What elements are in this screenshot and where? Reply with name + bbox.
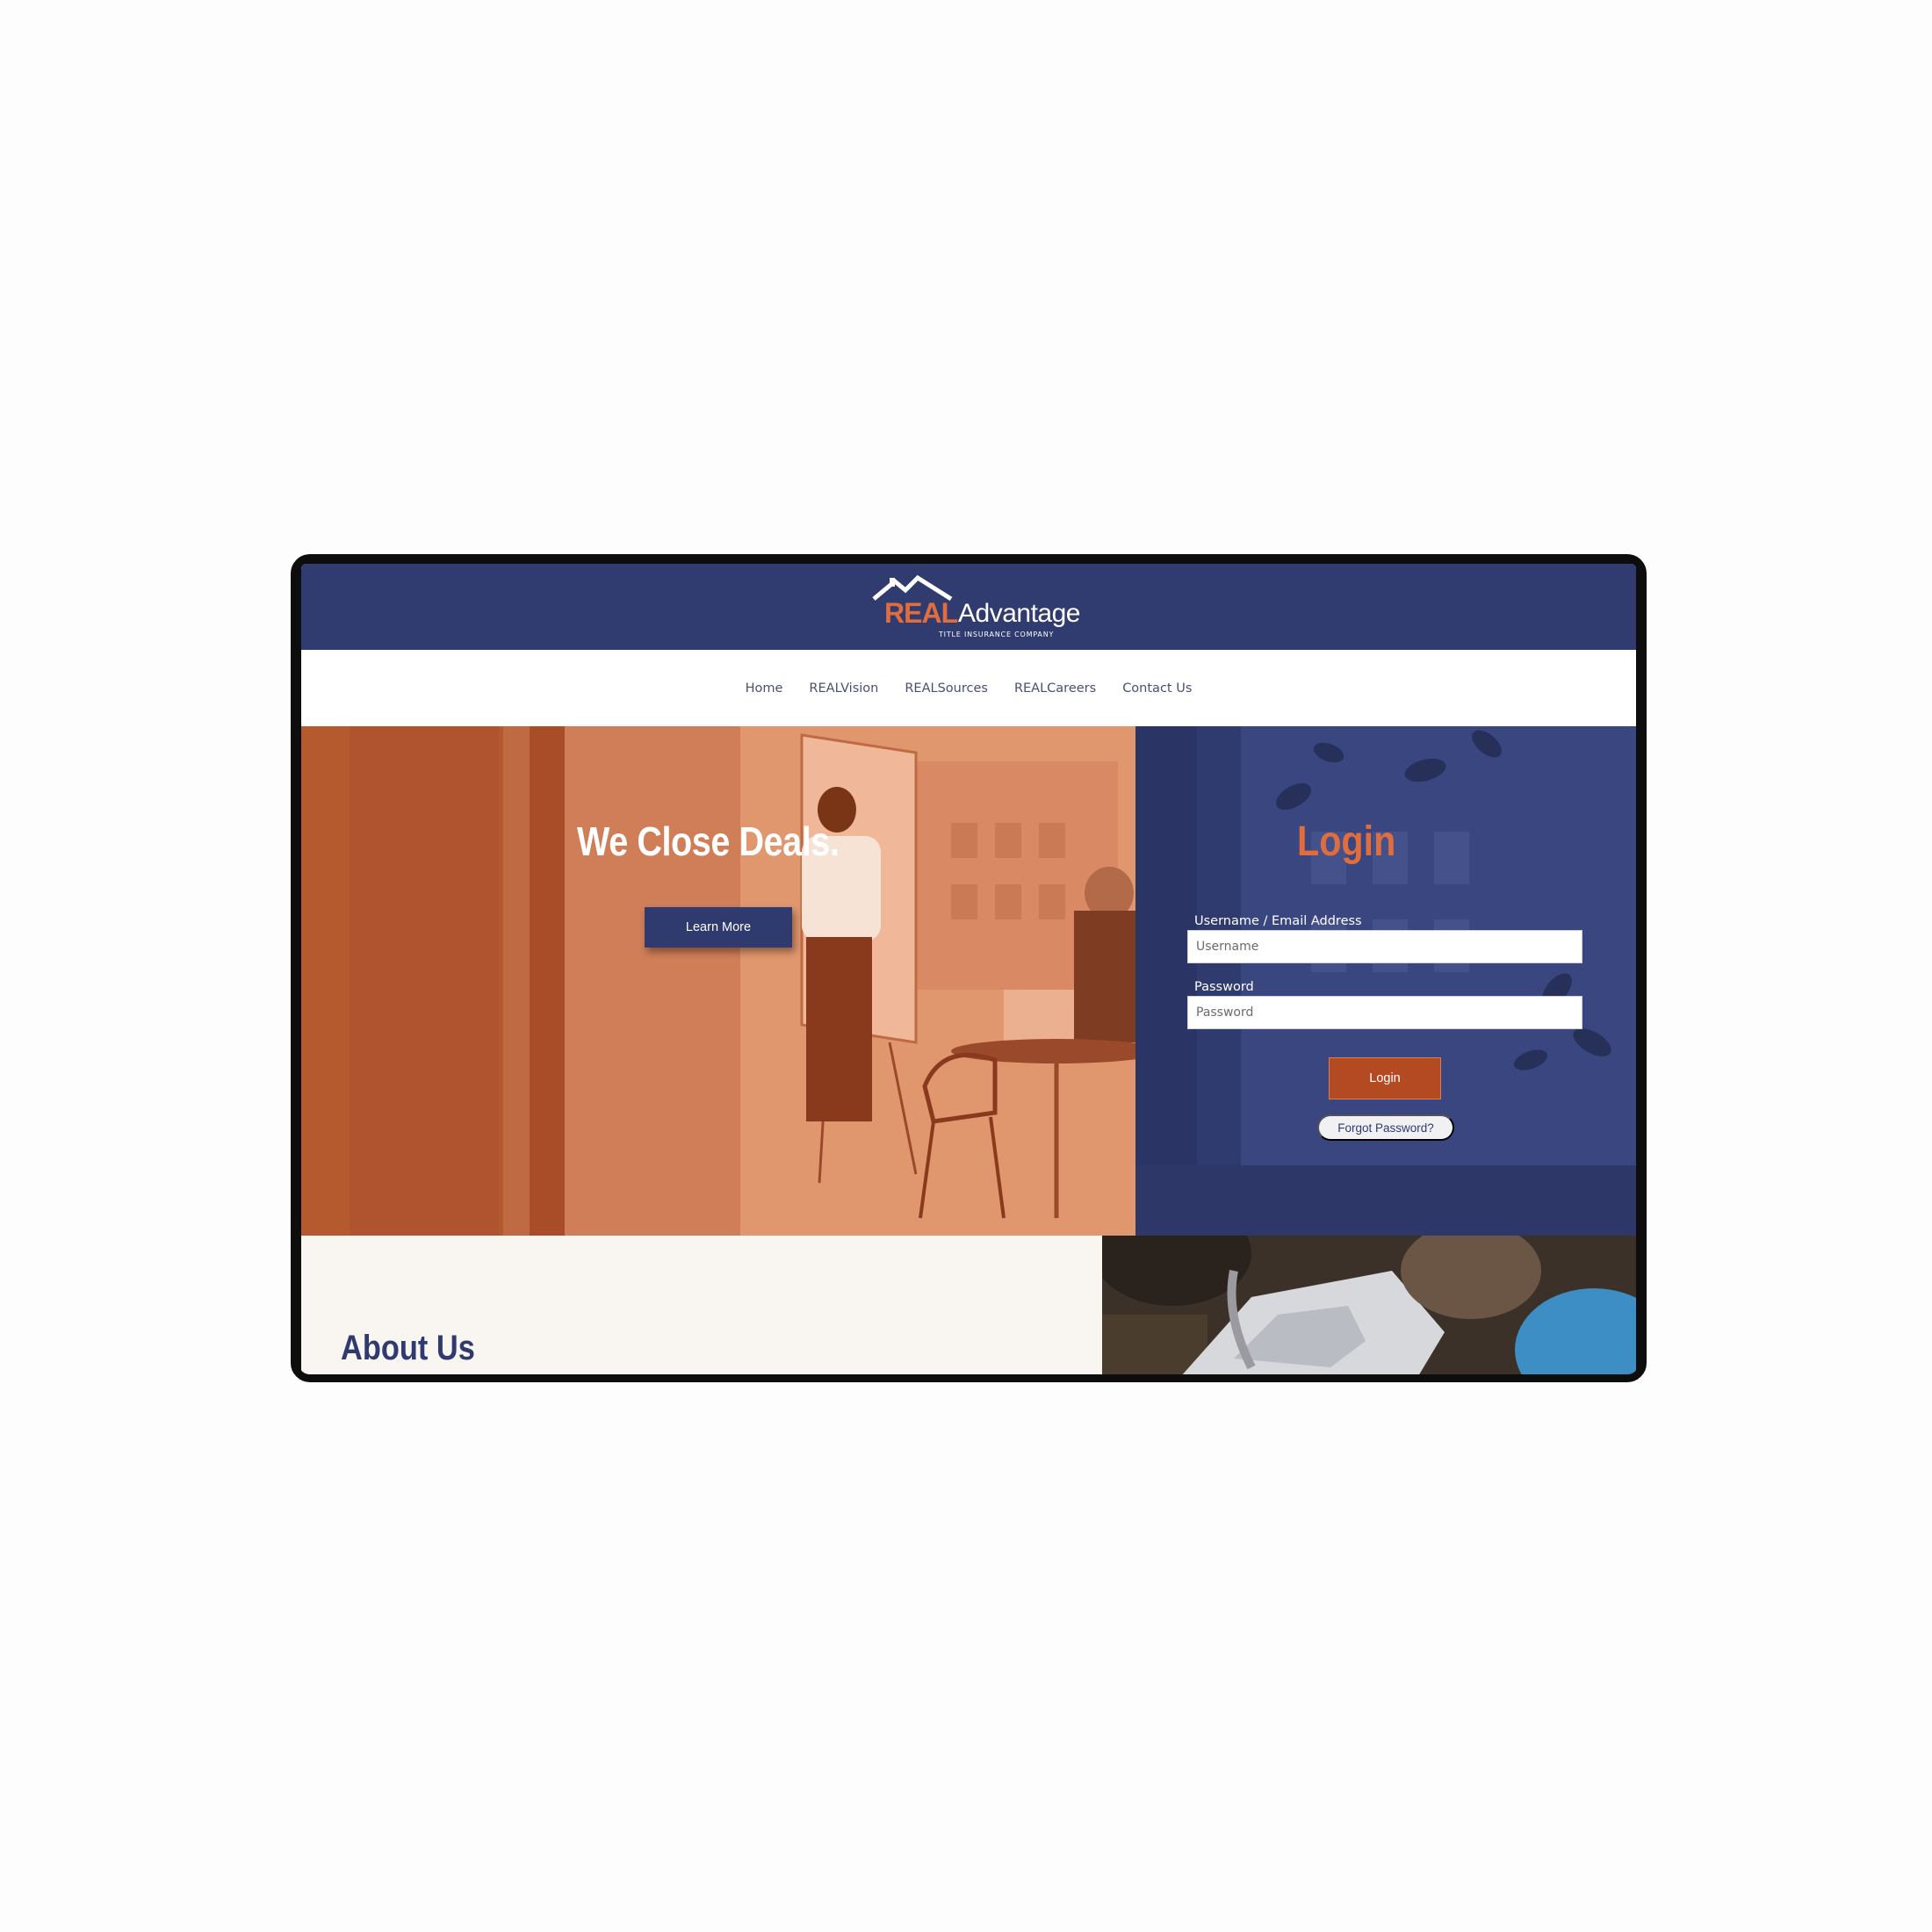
hero-office-photo-panel: We Close Deals. Learn More <box>301 726 1135 1236</box>
password-label: Password <box>1194 980 1254 994</box>
nav-item-realsources[interactable]: REALSources <box>905 681 988 696</box>
learn-more-button[interactable]: Learn More <box>645 907 792 948</box>
about-heading: About Us <box>341 1329 475 1367</box>
hero-heading: We Close Deals. <box>577 818 840 864</box>
nav-item-home[interactable]: Home <box>746 681 783 696</box>
password-input[interactable] <box>1187 996 1582 1029</box>
device-frame: REAL Advantage TITLE INSURANCE COMPANY H… <box>291 554 1647 1382</box>
logo-wordmark-advantage: Advantage <box>958 599 1080 628</box>
forgot-password-button[interactable]: Forgot Password? <box>1317 1114 1454 1141</box>
brand-logo[interactable]: REAL Advantage TITLE INSURANCE COMPANY <box>872 573 1083 643</box>
office-scene-illustration <box>301 726 1135 1236</box>
username-label: Username / Email Address <box>1194 914 1362 928</box>
about-section: About Us <box>301 1236 1102 1374</box>
login-panel: Login Username / Email Address Password … <box>1135 726 1636 1236</box>
nav-item-realcareers[interactable]: REALCareers <box>1014 681 1096 696</box>
logo-wordmark-real: REAL <box>884 597 958 629</box>
about-map-photo <box>1102 1236 1636 1374</box>
site-header: REAL Advantage TITLE INSURANCE COMPANY <box>301 564 1636 650</box>
map-reading-illustration <box>1102 1236 1636 1374</box>
login-submit-button[interactable]: Login <box>1329 1057 1441 1099</box>
nav-item-realvision[interactable]: REALVision <box>809 681 878 696</box>
login-heading: Login <box>1297 818 1396 865</box>
main-nav: Home REALVision REALSources REALCareers … <box>301 650 1636 726</box>
browser-viewport: REAL Advantage TITLE INSURANCE COMPANY H… <box>301 564 1636 1374</box>
logo-tagline: TITLE INSURANCE COMPANY <box>939 631 1055 638</box>
nav-item-contact-us[interactable]: Contact Us <box>1122 681 1192 696</box>
username-input[interactable] <box>1187 930 1582 963</box>
hero-section: We Close Deals. Learn More Login Usernam… <box>301 726 1636 1236</box>
